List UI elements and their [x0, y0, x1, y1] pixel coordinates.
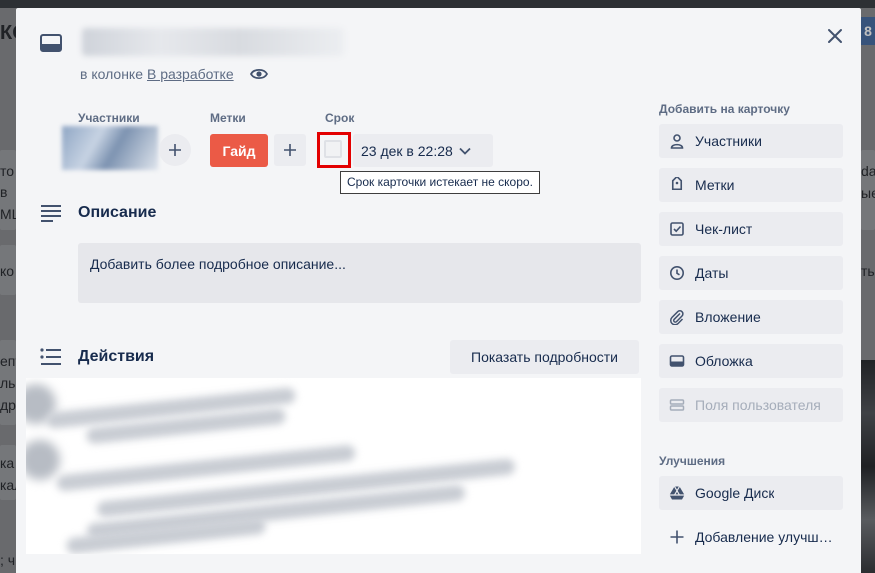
label-chip[interactable]: Гайд — [210, 134, 268, 167]
watch-eye-icon[interactable] — [249, 67, 268, 81]
members-label: Участники — [78, 111, 140, 125]
in-list-prefix: в колонке — [80, 66, 143, 82]
sidebar-cover-button[interactable]: Обложка — [659, 344, 843, 378]
sidebar-add-powerups-button[interactable]: Добавление улучшений — [659, 520, 843, 554]
sidebar-item-label: Метки — [695, 177, 735, 193]
activity-feed-redacted — [26, 378, 641, 554]
add-to-card-heading: Добавить на карточку — [659, 102, 790, 116]
add-label-button[interactable] — [274, 134, 306, 166]
activity-icon — [40, 348, 61, 365]
sidebar-item-label: Обложка — [695, 353, 753, 369]
sidebar-members-button[interactable]: Участники — [659, 124, 843, 158]
paperclip-icon — [670, 310, 684, 325]
card-title-redacted[interactable] — [82, 28, 344, 56]
sidebar-item-label: Добавление улучшений — [695, 529, 835, 545]
sidebar-item-label: Google Диск — [695, 485, 775, 501]
sidebar-custom-fields-button: Поля пользователя — [659, 388, 843, 422]
sidebar-item-label: Чек-лист — [695, 221, 753, 237]
close-button[interactable] — [819, 20, 851, 52]
user-icon — [670, 134, 684, 149]
tag-icon — [671, 177, 683, 191]
sidebar-dates-button[interactable]: Даты — [659, 256, 843, 290]
member-avatars-redacted[interactable] — [62, 126, 158, 170]
in-list-info: в колонке В разработке — [80, 66, 268, 82]
card-detail-window: в колонке В разработке Участники Метки С… — [16, 8, 861, 573]
plus-icon — [284, 144, 296, 156]
chevron-down-icon — [459, 147, 471, 155]
checklist-icon — [670, 222, 684, 236]
close-icon — [828, 29, 842, 43]
plus-icon — [169, 144, 181, 156]
due-tooltip: Срок карточки истекает не скоро. — [340, 171, 540, 194]
powerups-heading: Улучшения — [659, 454, 726, 468]
description-input[interactable]: Добавить более подробное описание... — [78, 243, 641, 303]
sidebar-item-label: Участники — [695, 133, 762, 149]
cover-icon — [669, 355, 685, 367]
sidebar-attachment-button[interactable]: Вложение — [659, 300, 843, 334]
sidebar-google-drive-button[interactable]: Google Диск — [659, 476, 843, 510]
sidebar-checklist-button[interactable]: Чек-лист — [659, 212, 843, 246]
due-date-text: 23 дек в 22:28 — [361, 142, 453, 159]
sidebar-labels-button[interactable]: Метки — [659, 168, 843, 202]
clock-icon — [670, 266, 684, 280]
due-label: Срок — [325, 111, 355, 125]
avatar — [26, 440, 60, 480]
activity-title: Действия — [78, 348, 155, 365]
custom-fields-icon — [669, 399, 685, 411]
list-name-link[interactable]: В разработке — [147, 66, 234, 82]
description-title: Описание — [78, 204, 157, 221]
sidebar-item-label: Даты — [695, 265, 729, 281]
description-icon — [41, 205, 61, 222]
show-details-button[interactable]: Показать подробности — [450, 340, 639, 374]
card-icon — [40, 34, 62, 52]
sidebar-item-label: Поля пользователя — [695, 397, 821, 413]
sidebar-item-label: Вложение — [695, 309, 761, 325]
google-drive-icon — [669, 486, 685, 500]
plus-icon — [670, 530, 684, 544]
add-member-button[interactable] — [159, 134, 191, 166]
due-checkbox-highlight — [317, 132, 351, 168]
due-date-button[interactable]: 23 дек в 22:28 — [353, 134, 493, 167]
labels-label: Метки — [210, 111, 246, 125]
